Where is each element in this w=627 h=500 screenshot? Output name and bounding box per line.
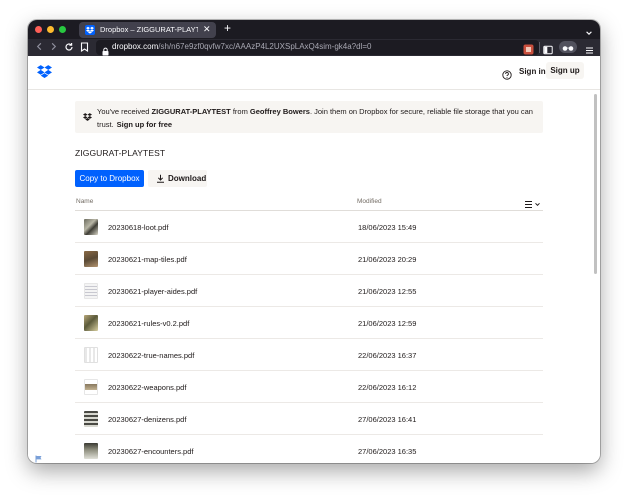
copy-to-dropbox-button[interactable]: Copy to Dropbox <box>75 170 144 187</box>
file-modified: 22/06/2023 16:37 <box>358 351 417 360</box>
file-thumbnail <box>84 283 98 299</box>
banner-middle: from <box>232 107 248 116</box>
file-modified: 21/06/2023 12:55 <box>358 287 417 296</box>
file-row[interactable]: 20230622-weapons.pdf 22/06/2023 16:12 <box>75 371 543 403</box>
url-text: dropbox.com/sh/n67e9zf0qvfw7xc/AAAzP4L2U… <box>112 42 371 51</box>
new-tab-button[interactable]: + <box>224 21 231 35</box>
forward-arrow-icon[interactable] <box>49 42 58 54</box>
file-name[interactable]: 20230621-player-aides.pdf <box>108 287 197 296</box>
help-icon[interactable] <box>502 67 512 85</box>
file-row[interactable]: 20230618-loot.pdf 18/06/2023 15:49 <box>75 211 543 243</box>
column-header-name[interactable]: Name <box>76 198 93 205</box>
tab-title: Dropbox – ZIGGURAT-PLAYTEST <box>100 25 198 34</box>
file-row[interactable]: 20230621-rules-v0.2.pdf 21/06/2023 12:59 <box>75 307 543 339</box>
file-modified: 27/06/2023 16:41 <box>358 415 417 424</box>
page-scrollbar-thumb[interactable] <box>594 94 597 274</box>
banner-line2-text: trust. <box>97 120 114 129</box>
banner-suffix: . Join them on Dropbox for secure, relia… <box>309 107 533 116</box>
file-modified: 21/06/2023 12:59 <box>358 319 417 328</box>
file-name[interactable]: 20230627-encounters.pdf <box>108 447 194 456</box>
page-viewport: Sign in Sign up You've received ZIGGURAT… <box>28 56 600 463</box>
toolbar-separator <box>539 42 540 53</box>
close-window-button[interactable] <box>35 26 42 33</box>
file-thumbnail <box>84 347 98 363</box>
file-name[interactable]: 20230621-map-tiles.pdf <box>108 255 187 264</box>
minimize-window-button[interactable] <box>47 26 54 33</box>
file-row[interactable]: 20230621-map-tiles.pdf 21/06/2023 20:29 <box>75 243 543 275</box>
browser-window: Dropbox – ZIGGURAT-PLAYTEST ✕ + dropbox.… <box>28 20 600 463</box>
maximize-window-button[interactable] <box>59 26 66 33</box>
banner-message-line-1: You've received ZIGGURAT-PLAYTEST from G… <box>97 107 533 116</box>
url-domain: dropbox.com <box>112 42 159 51</box>
file-modified: 21/06/2023 20:29 <box>358 255 417 264</box>
file-row[interactable]: 20230627-denizens.pdf 27/06/2023 16:41 <box>75 403 543 435</box>
reload-icon[interactable] <box>64 42 74 55</box>
file-modified: 18/06/2023 15:49 <box>358 223 417 232</box>
private-glasses-icon[interactable] <box>559 41 577 53</box>
dropbox-logo-icon[interactable] <box>37 65 52 83</box>
download-button[interactable]: Download <box>148 170 207 187</box>
file-thumbnail <box>84 443 98 459</box>
sign-in-link[interactable]: Sign in <box>519 67 546 76</box>
sign-up-button[interactable]: Sign up <box>546 62 584 79</box>
column-header-modified[interactable]: Modified <box>357 198 382 205</box>
file-thumbnail <box>84 411 98 427</box>
file-name[interactable]: 20230622-weapons.pdf <box>108 383 186 392</box>
sign-up-free-link[interactable]: Sign up for free <box>117 120 172 129</box>
banner-sender-name: Geoffrey Bowers <box>249 107 310 116</box>
received-folder-banner: You've received ZIGGURAT-PLAYTEST from G… <box>75 101 543 133</box>
file-name[interactable]: 20230621-rules-v0.2.pdf <box>108 319 189 328</box>
banner-message-line-2: trust. Sign up for free <box>97 120 172 129</box>
browser-tab-active[interactable]: Dropbox – ZIGGURAT-PLAYTEST ✕ <box>79 22 216 38</box>
tab-close-icon[interactable]: ✕ <box>203 24 211 35</box>
navigation-toolbar: dropbox.com/sh/n67e9zf0qvfw7xc/AAAzP4L2U… <box>28 39 600 56</box>
tab-strip: Dropbox – ZIGGURAT-PLAYTEST ✕ + <box>28 20 600 39</box>
banner-folder-name: ZIGGURAT-PLAYTEST <box>151 107 231 116</box>
file-name[interactable]: 20230622-true-names.pdf <box>108 351 194 360</box>
url-path: /sh/n67e9zf0qvfw7xc/AAAzP4L2UXSpLAxQ4sim… <box>158 42 372 51</box>
dropbox-favicon-icon <box>85 25 95 35</box>
file-row[interactable]: 20230627-encounters.pdf 27/06/2023 16:35 <box>75 435 543 463</box>
file-name[interactable]: 20230618-loot.pdf <box>108 223 168 232</box>
back-arrow-icon[interactable] <box>35 42 44 54</box>
file-name[interactable]: 20230627-denizens.pdf <box>108 415 186 424</box>
feedback-flag-icon[interactable] <box>35 450 43 463</box>
file-thumbnail <box>84 379 98 395</box>
folder-title: ZIGGURAT-PLAYTEST <box>75 148 166 158</box>
download-icon <box>157 174 164 183</box>
banner-prefix: You've received <box>97 107 150 116</box>
file-row[interactable]: 20230621-player-aides.pdf 21/06/2023 12:… <box>75 275 543 307</box>
file-thumbnail <box>84 219 98 235</box>
site-header: Sign in Sign up <box>28 56 600 90</box>
file-modified: 27/06/2023 16:35 <box>358 447 417 456</box>
file-thumbnail <box>84 251 98 267</box>
url-bar[interactable]: dropbox.com/sh/n67e9zf0qvfw7xc/AAAzP4L2U… <box>96 40 539 56</box>
download-label: Download <box>168 174 207 183</box>
dropbox-small-icon <box>83 108 92 126</box>
file-modified: 22/06/2023 16:12 <box>358 383 417 392</box>
bookmark-icon[interactable] <box>80 42 89 55</box>
file-row[interactable]: 20230622-true-names.pdf 22/06/2023 16:37 <box>75 339 543 371</box>
file-thumbnail <box>84 315 98 331</box>
